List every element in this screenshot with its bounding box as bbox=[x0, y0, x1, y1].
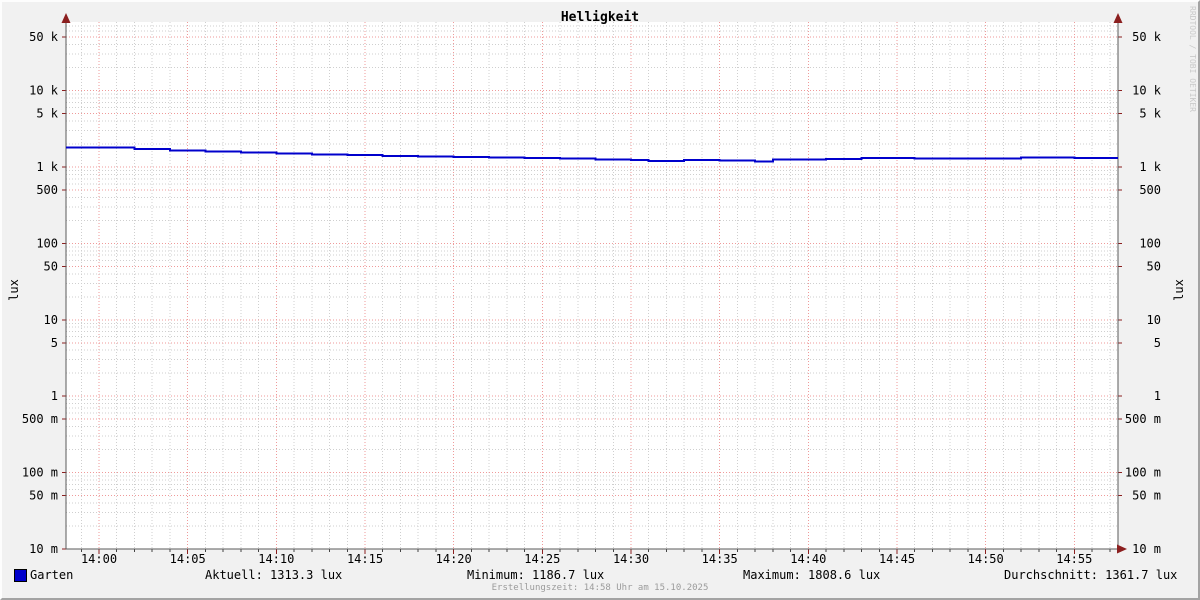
y-axis-tick-label-left: 10 bbox=[44, 313, 58, 327]
y-axis-tick-label-right: 50 bbox=[1147, 259, 1161, 273]
y-axis-tick-label-left: 10 m bbox=[29, 542, 58, 556]
rrdtool-watermark: RRDTOOL / TOBI OETIKER bbox=[1188, 6, 1197, 112]
y-axis-tick-label-right: 100 bbox=[1139, 236, 1161, 250]
y-axis-tick-label-left: 5 bbox=[51, 336, 58, 350]
y-axis-tick-label-right: 1 k bbox=[1139, 160, 1161, 174]
x-axis-tick-label: 14:15 bbox=[347, 552, 383, 566]
legend-series-label: Garten bbox=[30, 568, 74, 582]
y-axis-tick-label-right: 500 bbox=[1139, 183, 1161, 197]
y-axis-tick-label-right: 50 m bbox=[1132, 489, 1161, 503]
y-axis-tick-label-right: 10 bbox=[1147, 313, 1161, 327]
y-axis-tick-label-right: 50 k bbox=[1132, 30, 1162, 44]
x-axis-tick-label: 14:00 bbox=[81, 552, 117, 566]
y-axis-tick-label-left: 100 bbox=[36, 236, 58, 250]
x-axis-tick-label: 14:50 bbox=[968, 552, 1004, 566]
x-axis-tick-label: 14:05 bbox=[170, 552, 206, 566]
y-axis-tick-label-left: 1 k bbox=[36, 160, 58, 174]
y-axis-tick-label-left: 100 m bbox=[22, 466, 58, 480]
y-axis-tick-label-left: 10 k bbox=[29, 84, 59, 98]
x-axis-tick-label: 14:35 bbox=[702, 552, 738, 566]
y-axis-label-right: lux bbox=[1172, 279, 1186, 301]
y-axis-tick-label-left: 500 m bbox=[22, 412, 58, 426]
chart-title: Helligkeit bbox=[560, 10, 640, 25]
y-axis-tick-label-left: 50 m bbox=[29, 489, 58, 503]
x-axis-tick-label: 14:45 bbox=[879, 552, 915, 566]
stat-aktuell: Aktuell: 1313.3 lux bbox=[205, 568, 343, 582]
x-axis-tick-label: 14:20 bbox=[436, 552, 472, 566]
y-axis-tick-label-right: 1 bbox=[1154, 389, 1161, 403]
x-axis-arrow bbox=[1117, 544, 1127, 554]
x-axis-tick-label: 14:30 bbox=[613, 552, 649, 566]
stat-minimum: Minimum: 1186.7 lux bbox=[467, 568, 605, 582]
x-axis-tick-label: 14:40 bbox=[790, 552, 826, 566]
y-axis-tick-label-left: 50 k bbox=[29, 30, 59, 44]
legend-swatch bbox=[14, 569, 27, 582]
y-axis-tick-label-left: 50 bbox=[44, 259, 58, 273]
plot-canvas bbox=[66, 22, 1118, 549]
stat-maximum: Maximum: 1808.6 lux bbox=[743, 568, 881, 582]
y-axis-tick-label-right: 5 bbox=[1154, 336, 1161, 350]
y-axis-tick-label-right: 500 m bbox=[1125, 412, 1161, 426]
y-axis-tick-label-left: 500 bbox=[36, 183, 58, 197]
y-axis-tick-label-right: 100 m bbox=[1125, 466, 1161, 480]
y-axis-tick-label-left: 5 k bbox=[36, 107, 58, 121]
x-axis-tick-label: 14:55 bbox=[1056, 552, 1092, 566]
rrd-graph: 50 k 50 k 10 k 10 k 5 k 5 k 1 k 1 k 500 500 100 100… bbox=[22, 13, 1162, 566]
y-axis-tick-label-right: 10 k bbox=[1132, 84, 1162, 98]
y-axis-tick-label-right: 5 k bbox=[1139, 107, 1161, 121]
x-axis-tick-label: 14:25 bbox=[524, 552, 560, 566]
x-axis-tick-label: 14:10 bbox=[258, 552, 294, 566]
y-axis-label-left: lux bbox=[7, 279, 21, 301]
legend-row: Garten Aktuell: 1313.3 lux Minimum: 1186… bbox=[0, 568, 1200, 584]
creation-time-footer: Erstellungszeit: 14:58 Uhr am 15.10.2025 bbox=[491, 583, 709, 593]
stat-durchschnitt: Durchschnitt: 1361.7 lux bbox=[1004, 568, 1178, 582]
y-axis-tick-label-right: 10 m bbox=[1132, 542, 1161, 556]
y-axis-tick-label-left: 1 bbox=[51, 389, 58, 403]
